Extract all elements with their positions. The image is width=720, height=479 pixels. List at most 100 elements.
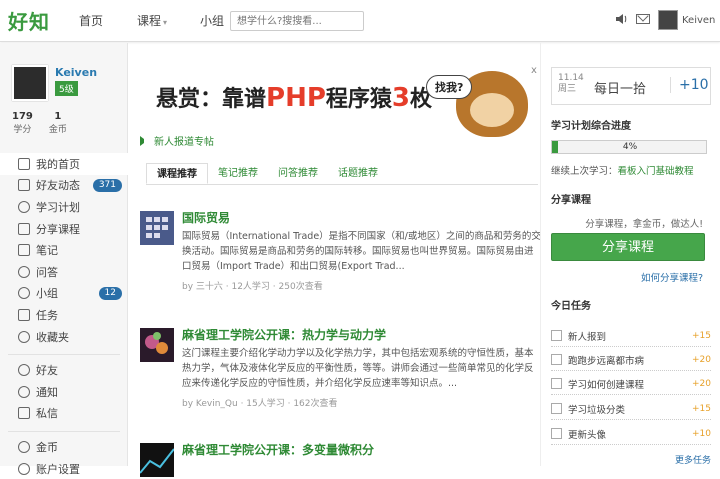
note-icon bbox=[18, 244, 30, 257]
task-name: 更新头像 bbox=[568, 429, 607, 441]
course-meta: by 三十六 · 12人学习 · 250次查看 bbox=[182, 282, 323, 292]
left-sidebar: Keiven 5级 179 学分 1 金币 我的首页 好友动态 371 学习计划 分享… bbox=[0, 43, 128, 476]
tab-qa[interactable]: 问答推荐 bbox=[268, 163, 328, 184]
stat-value: 179 bbox=[12, 111, 33, 122]
sidebar-item-label: 小组 bbox=[36, 287, 58, 301]
task-item[interactable]: 学习垃圾分类 +15 bbox=[551, 398, 711, 420]
stat-label: 学分 bbox=[13, 125, 32, 135]
task-item[interactable]: 新人报到 +15 bbox=[551, 325, 711, 347]
bell-icon bbox=[18, 385, 30, 398]
sidebar-menu: 我的首页 好友动态 371 学习计划 分享课程 笔记 问答 小组 12 任务 收藏夹… bbox=[0, 153, 128, 479]
share-icon bbox=[18, 222, 30, 235]
checkbox-icon[interactable] bbox=[551, 330, 562, 341]
logo[interactable]: 好知 bbox=[8, 6, 50, 35]
course-desc: 国际贸易（International Trade）是指不同国家（和/或地区）之间… bbox=[182, 231, 541, 272]
tab-topics[interactable]: 话题推荐 bbox=[328, 163, 388, 184]
tab-notes[interactable]: 笔记推荐 bbox=[208, 163, 268, 184]
course-thumbnail[interactable] bbox=[140, 443, 174, 477]
top-bar: 好知 首页 课程▾ 小组 Keiven bbox=[0, 0, 720, 42]
more-tasks-link[interactable]: 更多任务 bbox=[551, 453, 711, 466]
stat-label: 金币 bbox=[48, 125, 67, 135]
banner-part1: 悬赏：靠谱 bbox=[156, 87, 267, 112]
course-title[interactable]: 麻省理工学院公开课：热力学与动力学 bbox=[182, 326, 386, 343]
recommend-tabs: 课程推荐 笔记推荐 问答推荐 话题推荐 bbox=[146, 163, 538, 185]
banner-part2: 程序猿 bbox=[325, 87, 392, 112]
course-title[interactable]: 麻省理工学院公开课：多变量微积分 bbox=[182, 441, 374, 458]
checkbox-icon[interactable] bbox=[551, 428, 562, 439]
share-course-button[interactable]: 分享课程 bbox=[551, 233, 705, 261]
sidebar-item-label: 账户设置 bbox=[36, 462, 80, 476]
course-title[interactable]: 国际贸易 bbox=[182, 209, 230, 226]
sidebar-item-label: 分享课程 bbox=[36, 222, 80, 236]
course-item: 麻省理工学院公开课：热力学与动力学 这门课程主要介绍化学动力学以及化学热力学，其… bbox=[140, 326, 540, 416]
sidebar-item-share[interactable]: 分享课程 bbox=[0, 218, 128, 240]
right-sidebar: 11.14 周三 每日一拾 +10 学习计划综合进度 4% 继续上次学习：看板入门… bbox=[540, 43, 720, 466]
main-content: 悬赏：靠谱PHP程序猿3枚 找我? x 新人报道专帖 课程推荐 笔记推荐 问答推… bbox=[128, 43, 541, 477]
top-icons bbox=[614, 12, 650, 26]
course-thumbnail[interactable] bbox=[140, 211, 174, 245]
course-meta: by Kevin_Qu · 15人学习 · 162次查看 bbox=[182, 399, 338, 409]
tab-courses[interactable]: 课程推荐 bbox=[146, 163, 208, 184]
close-icon[interactable]: x bbox=[531, 65, 537, 76]
profile-avatar[interactable] bbox=[12, 65, 48, 101]
checkbox-icon[interactable] bbox=[551, 378, 562, 389]
sidebar-item-coins[interactable]: 金币 bbox=[0, 436, 128, 458]
sidebar-item-settings[interactable]: 账户设置 bbox=[0, 458, 128, 479]
gear-icon bbox=[18, 462, 30, 475]
count-badge: 12 bbox=[98, 286, 122, 300]
search-input[interactable] bbox=[230, 11, 364, 31]
task-icon bbox=[18, 308, 30, 321]
profile-name[interactable]: Keiven bbox=[55, 66, 97, 79]
sidebar-item-label: 我的首页 bbox=[36, 157, 80, 171]
mail-icon[interactable] bbox=[636, 14, 650, 24]
task-item[interactable]: 更新头像 +10 bbox=[551, 423, 711, 445]
speech-bubble: 找我? bbox=[426, 75, 473, 99]
sidebar-item-favorites[interactable]: 收藏夹 bbox=[0, 326, 128, 348]
task-points: +15 bbox=[692, 330, 711, 341]
task-points: +10 bbox=[692, 428, 711, 439]
bounty-banner[interactable]: 悬赏：靠谱PHP程序猿3枚 找我? x bbox=[138, 65, 538, 143]
speaker-icon[interactable] bbox=[614, 12, 628, 26]
course-thumbnail[interactable] bbox=[140, 328, 174, 362]
task-points: +15 bbox=[692, 403, 711, 414]
plan-icon bbox=[18, 200, 30, 213]
task-item[interactable]: 跑跑步远离都市病 +20 bbox=[551, 349, 711, 371]
avatar bbox=[658, 10, 678, 30]
level-badge: 5级 bbox=[55, 81, 78, 96]
daily-checkin[interactable]: 11.14 周三 每日一拾 +10 bbox=[551, 67, 711, 105]
group-icon bbox=[18, 287, 30, 300]
notice-link[interactable]: 新人报道专帖 bbox=[140, 133, 214, 148]
checkbox-icon[interactable] bbox=[551, 403, 562, 414]
user-menu[interactable]: Keiven bbox=[658, 10, 715, 30]
sidebar-item-groups[interactable]: 小组 12 bbox=[0, 283, 128, 305]
sidebar-item-label: 好友 bbox=[36, 364, 58, 378]
task-points: +20 bbox=[692, 378, 711, 389]
nav-courses[interactable]: 课程 ▾ bbox=[122, 0, 182, 42]
checkbox-icon[interactable] bbox=[551, 354, 562, 365]
sidebar-item-label: 问答 bbox=[36, 265, 58, 279]
banner-text: 悬赏：靠谱PHP程序猿3枚 bbox=[156, 81, 432, 113]
notice-text: 新人报道专帖 bbox=[154, 137, 214, 148]
sidebar-item-notes[interactable]: 笔记 bbox=[0, 239, 128, 261]
continue-link[interactable]: 看板入门基础教程 bbox=[618, 166, 694, 177]
sidebar-item-friends[interactable]: 好友 bbox=[0, 359, 128, 381]
sidebar-item-label: 私信 bbox=[36, 407, 58, 421]
course-item: 麻省理工学院公开课：多变量微积分 bbox=[140, 441, 540, 477]
mail-icon bbox=[18, 407, 30, 420]
task-item[interactable]: 学习如何创建课程 +20 bbox=[551, 373, 711, 395]
stat-credits[interactable]: 179 学分 bbox=[12, 111, 33, 135]
stat-coins[interactable]: 1 金币 bbox=[49, 111, 67, 135]
sidebar-item-qa[interactable]: 问答 bbox=[0, 261, 128, 283]
sidebar-item-home[interactable]: 我的首页 bbox=[0, 153, 128, 175]
nav-home[interactable]: 首页 bbox=[60, 0, 122, 42]
how-to-share-link[interactable]: 如何分享课程? bbox=[551, 270, 703, 284]
sidebar-item-notifications[interactable]: 通知 bbox=[0, 381, 128, 403]
sidebar-item-tasks[interactable]: 任务 bbox=[0, 304, 128, 326]
sidebar-item-messages[interactable]: 私信 bbox=[0, 403, 128, 425]
banner-php: PHP bbox=[266, 83, 326, 113]
share-heading: 分享课程 bbox=[551, 195, 591, 206]
sidebar-item-plan[interactable]: 学习计划 bbox=[0, 196, 128, 218]
continue-label: 继续上次学习： bbox=[551, 166, 618, 177]
sidebar-item-feed[interactable]: 好友动态 371 bbox=[0, 175, 128, 197]
task-name: 学习垃圾分类 bbox=[568, 404, 626, 416]
